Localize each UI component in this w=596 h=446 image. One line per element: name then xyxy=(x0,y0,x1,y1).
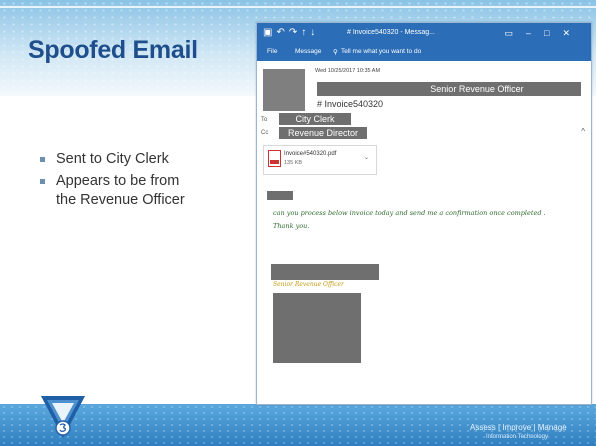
sender-name[interactable]: Senior Revenue Officer xyxy=(377,82,577,96)
tab-file[interactable]: File xyxy=(267,48,277,55)
to-label: To xyxy=(261,117,268,123)
signature-title: Senior Revenue Officer xyxy=(273,281,344,288)
subject-line: # Invoice540320 xyxy=(317,99,384,109)
quick-access-toolbar: ▣↶↷↑↓ xyxy=(263,27,319,38)
attachment[interactable]: Invoice#540320.pdf 135 KB ⌄ xyxy=(263,145,377,175)
window-title: # Invoice540320 - Messag... xyxy=(347,29,435,36)
slide-title: Spoofed Email xyxy=(28,36,198,64)
bullet-list: Sent to City Clerk Appears to be from th… xyxy=(40,150,200,213)
sender-avatar xyxy=(263,69,305,111)
tell-me-search[interactable]: Tell me what you want to do xyxy=(341,48,421,55)
pdf-icon xyxy=(268,150,281,167)
to-recipient[interactable]: City Clerk xyxy=(279,112,351,126)
redo-icon[interactable]: ↷ xyxy=(289,27,301,38)
minimize-icon[interactable]: – xyxy=(526,28,544,38)
email-window: ▣↶↷↑↓ # Invoice540320 - Messag... ▭–□✕ F… xyxy=(256,22,592,405)
body-line-1: can you process below invoice today and … xyxy=(273,209,546,217)
down-icon[interactable]: ↓ xyxy=(310,27,319,38)
sent-date: Wed 10/25/2017 10:35 AM xyxy=(315,68,381,74)
signature-image-redaction xyxy=(273,293,361,363)
bullet-item: Sent to City Clerk xyxy=(40,150,200,169)
window-controls: ▭–□✕ xyxy=(504,28,583,39)
body-line-2: Thank you. xyxy=(273,222,310,230)
attachment-chevron-down-icon[interactable]: ⌄ xyxy=(364,154,369,161)
footer-subtitle: Information Technology xyxy=(486,434,548,440)
ribbon-options-icon[interactable]: ▭ xyxy=(504,28,526,38)
up-icon[interactable]: ↑ xyxy=(301,27,310,38)
cc-label: Cc xyxy=(261,130,269,136)
maximize-icon[interactable]: □ xyxy=(544,28,562,38)
cc-recipient[interactable]: Revenue Director xyxy=(279,126,367,140)
attachment-name: Invoice#540320.pdf xyxy=(284,151,337,157)
slide: Spoofed Email Sent to City Clerk Appears… xyxy=(0,0,596,446)
header-line xyxy=(0,6,596,8)
collapse-header-chevron-icon[interactable]: ^ xyxy=(581,127,585,136)
save-icon[interactable]: ▣ xyxy=(263,27,276,38)
greeting-redaction xyxy=(267,191,293,200)
attachment-size: 135 KB xyxy=(284,160,303,166)
close-icon[interactable]: ✕ xyxy=(562,28,583,38)
title-bar: ▣↶↷↑↓ # Invoice540320 - Messag... ▭–□✕ xyxy=(257,23,591,45)
lightbulb-icon: ⚲ xyxy=(333,49,338,56)
tab-message[interactable]: Message xyxy=(295,48,321,55)
ribbon: File Message ⚲ Tell me what you want to … xyxy=(257,45,591,61)
signature-name-redaction xyxy=(271,264,379,280)
footer-tagline: Assess | Improve | Manage xyxy=(470,423,567,432)
bullet-item: Appears to be from the Revenue Officer xyxy=(40,172,200,210)
undo-icon[interactable]: ↶ xyxy=(276,27,288,38)
company-logo xyxy=(41,396,85,438)
